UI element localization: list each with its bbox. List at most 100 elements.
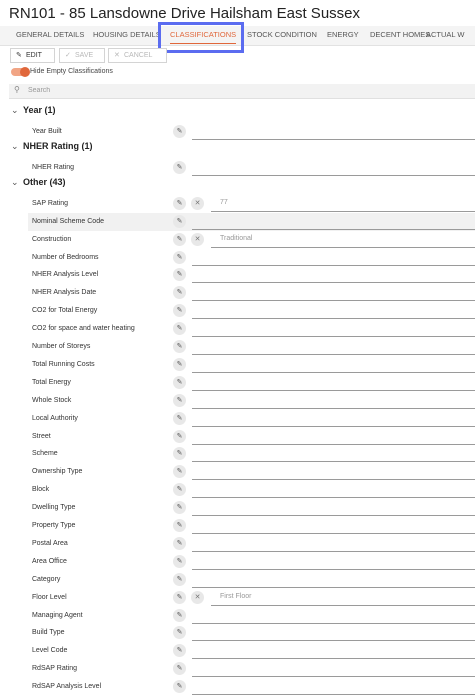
field-input-line[interactable] [192,139,475,140]
field-input-line[interactable] [192,461,475,463]
pencil-icon[interactable]: ✎ [173,250,186,264]
tab-housing-details[interactable]: HOUSING DETAILS [93,26,161,45]
field-label: Number of Storeys [32,343,91,350]
edit-button[interactable]: ✎ EDIT [10,48,55,63]
field-input-line[interactable] [192,443,475,445]
tab-stock-condition[interactable]: STOCK CONDITION [247,26,317,45]
field-input-line[interactable] [192,318,475,320]
pencil-icon[interactable]: ✎ [173,357,186,371]
field-input-line[interactable] [192,479,475,481]
classification-row: Level Code ✎ [28,642,475,660]
field-input-line[interactable] [192,694,475,696]
pencil-icon[interactable]: ✎ [173,160,186,174]
cancel-button[interactable]: ✕ CANCEL [108,48,167,63]
pencil-icon[interactable]: ✎ [173,483,186,497]
search-input[interactable] [28,85,328,96]
field-input-line[interactable] [192,371,475,373]
field-input-line[interactable] [192,336,475,338]
field-input-line[interactable] [192,425,475,427]
classification-row: Area Office ✎ [28,553,475,571]
pencil-icon[interactable]: ✎ [173,680,186,694]
classification-row: NHER Rating ✎ [28,159,475,177]
field-input-line[interactable] [192,354,475,355]
group-header[interactable]: ⌄ Year (1) [11,105,56,116]
pencil-icon[interactable]: ✎ [173,572,186,586]
classification-row: Build Type ✎ [28,624,475,642]
classification-row: SAP Rating ✎ ✕ 77 [28,195,475,213]
field-label: Level Code [32,647,68,655]
classification-row: NHER Analysis Date ✎ [28,284,475,302]
pencil-icon[interactable]: ✎ [173,340,186,353]
pencil-icon[interactable]: ✎ [173,286,186,300]
field-label: RdSAP Rating [32,665,78,673]
save-button[interactable]: ✓ SAVE [59,48,105,63]
field-label: Managing Agent [32,611,83,619]
field-input-line[interactable] [192,640,475,642]
pencil-icon[interactable]: ✎ [173,554,186,568]
pencil-icon[interactable]: ✎ [173,447,186,461]
classification-row: Whole Stock ✎ [28,392,475,410]
pencil-icon[interactable]: ✎ [173,393,186,407]
pencil-icon[interactable]: ✎ [173,662,186,676]
field-input-line[interactable] [211,604,475,606]
field-input-line[interactable] [192,228,475,230]
tab-decent-homes[interactable]: DECENT HOMES [370,26,430,45]
pencil-icon[interactable]: ✎ [173,608,186,622]
hide-empty-toggle[interactable] [11,67,30,77]
field-input-line[interactable] [192,676,475,678]
field-label: CO2 for Total Energy [32,307,98,315]
pencil-icon[interactable]: ✎ [173,465,186,479]
group-header[interactable]: ⌄ Other (43) [11,177,66,188]
classification-row: RdSAP Rating ✎ [28,660,475,678]
field-input-line[interactable] [211,210,475,212]
pencil-icon[interactable]: ✎ [173,322,186,336]
pencil-icon[interactable]: ✎ [173,411,186,425]
field-input-line[interactable] [192,497,475,499]
pencil-icon[interactable]: ✎ [173,232,186,246]
pencil-icon[interactable]: ✎ [173,501,186,515]
field-input-line[interactable] [192,407,475,409]
field-value: 77 [220,198,228,206]
tab-actual-w[interactable]: ACTUAL W [426,26,464,45]
field-input-line[interactable] [192,389,475,391]
field-input-line[interactable] [192,658,475,660]
field-input-line[interactable] [192,550,475,552]
close-icon[interactable]: ✕ [191,590,204,604]
field-input-line[interactable] [192,300,475,302]
group-title: NHER Rating (1) [23,140,93,151]
field-label: CO2 for space and water heating [32,325,135,333]
pencil-icon: ✎ [16,52,22,59]
pencil-icon[interactable]: ✎ [173,268,186,282]
pencil-icon[interactable]: ✎ [173,626,186,640]
tab-general-details[interactable]: GENERAL DETAILS [16,26,84,45]
field-input-line[interactable] [192,515,475,517]
pencil-icon[interactable]: ✎ [173,214,186,228]
field-input-line[interactable] [192,622,475,624]
field-input-line[interactable] [192,282,475,284]
pencil-icon[interactable]: ✎ [173,519,186,532]
page-title: RN101 - 85 Lansdowne Drive Hailsham East… [9,5,360,22]
close-icon[interactable]: ✕ [191,196,204,210]
group-title: Year (1) [23,105,56,115]
field-label: Whole Stock [32,396,72,404]
pencil-icon[interactable]: ✎ [173,196,186,210]
pencil-icon[interactable]: ✎ [173,375,186,389]
pencil-icon[interactable]: ✎ [173,429,186,443]
field-input-line[interactable] [192,533,475,534]
field-input-line[interactable] [192,264,475,266]
close-icon[interactable]: ✕ [191,232,204,246]
field-input-line[interactable] [192,568,475,570]
pencil-icon[interactable]: ✎ [173,536,186,550]
classification-row: Dwelling Type ✎ [28,499,475,517]
pencil-icon[interactable]: ✎ [173,590,186,604]
group-header[interactable]: ⌄ NHER Rating (1) [11,141,93,152]
field-label: Construction [32,235,72,243]
field-label: Property Type [32,522,76,529]
tab-energy[interactable]: ENERGY [327,26,359,45]
field-input-line[interactable] [192,586,475,588]
pencil-icon[interactable]: ✎ [173,125,186,138]
field-input-line[interactable] [192,174,475,176]
pencil-icon[interactable]: ✎ [173,304,186,318]
pencil-icon[interactable]: ✎ [173,644,186,658]
field-input-line[interactable] [211,246,475,248]
